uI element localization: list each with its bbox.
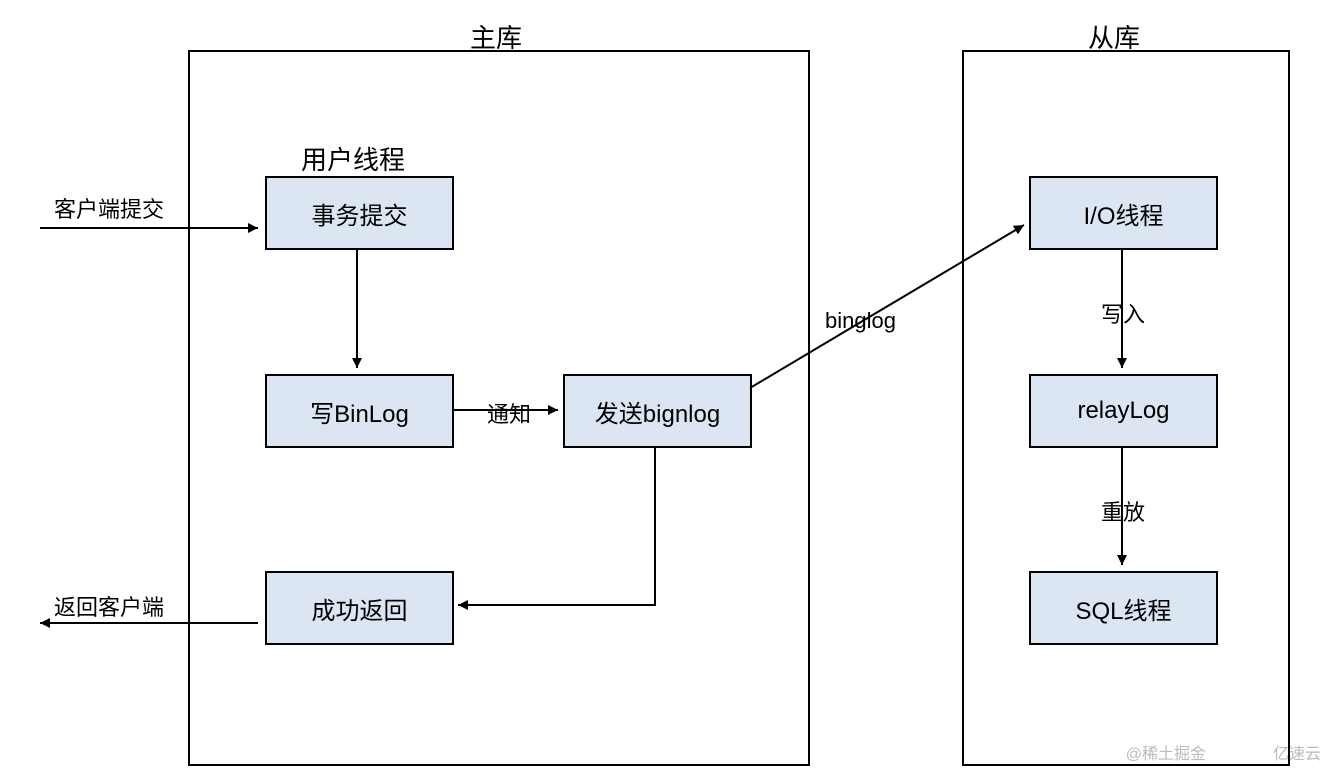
watermark-juejin: @稀土掘金 xyxy=(1126,740,1206,764)
node-io-thread: I/O线程 xyxy=(1029,176,1218,250)
node-relay-log: relayLog xyxy=(1029,374,1218,448)
node-commit-tx: 事务提交 xyxy=(265,176,454,250)
label-return-client: 返回客户端 xyxy=(52,590,166,622)
label-client-submit: 客户端提交 xyxy=(52,192,166,224)
node-write-binlog: 写BinLog xyxy=(265,374,454,448)
node-send-binlog: 发送bignlog xyxy=(563,374,752,448)
node-sql-thread: SQL线程 xyxy=(1029,571,1218,645)
node-success-return: 成功返回 xyxy=(265,571,454,645)
user-thread-title: 用户线程 xyxy=(301,140,405,177)
label-write: 写入 xyxy=(1099,297,1147,329)
label-binglog: binglog xyxy=(823,308,898,334)
watermark-yisu: 亿速云 xyxy=(1273,740,1321,764)
label-replay: 重放 xyxy=(1099,495,1147,527)
label-notify: 通知 xyxy=(485,397,533,429)
